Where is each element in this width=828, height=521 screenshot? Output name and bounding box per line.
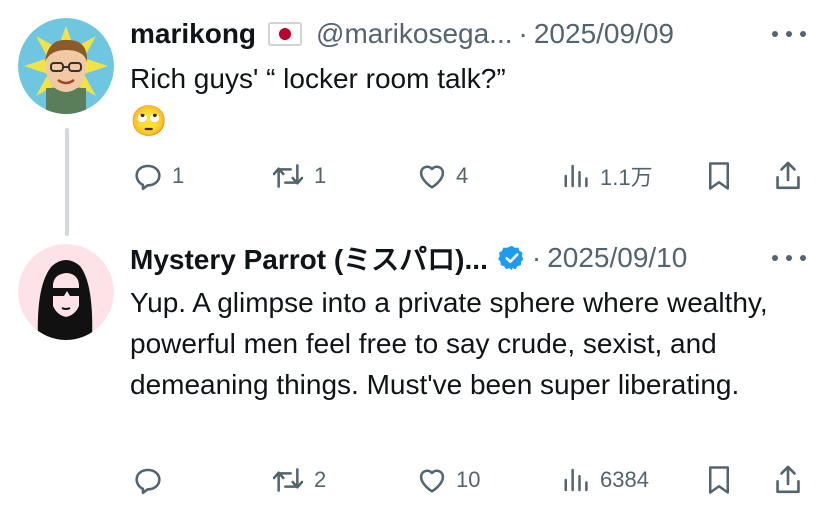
verified-badge-icon [498, 244, 526, 272]
author-name[interactable]: Mystery Parrot (ミスパロ)... [130, 238, 488, 278]
views-icon [564, 468, 588, 492]
bookmark-icon [709, 466, 729, 494]
bookmark-button[interactable] [704, 460, 734, 500]
views-count: 6384 [600, 467, 649, 492]
views-button[interactable]: 6384 [562, 460, 649, 500]
post-date[interactable]: 2025/09/10 [547, 242, 687, 274]
like-count: 10 [456, 467, 481, 492]
repost-button[interactable]: 2 [270, 460, 326, 500]
post-header: Mystery Parrot (ミスパロ)... · 2025/09/10 [130, 238, 687, 278]
post-2: Mystery Parrot (ミスパロ)... · 2025/09/10 Yu… [0, 0, 828, 521]
share-button[interactable] [772, 460, 804, 500]
separator-dot: · [531, 242, 542, 273]
repost-icon [272, 468, 304, 492]
repost-count: 2 [314, 467, 327, 492]
like-button[interactable]: 10 [416, 460, 480, 500]
avatar-mystery-parrot[interactable] [18, 244, 114, 340]
reply-icon [135, 468, 161, 495]
like-icon [419, 469, 445, 493]
reply-button[interactable] [132, 460, 172, 500]
post-text: Yup. A glimpse into a private sphere whe… [130, 287, 768, 400]
more-icon[interactable] [772, 248, 806, 268]
action-bar: 2 10 6384 [0, 460, 828, 500]
share-icon [776, 465, 800, 494]
